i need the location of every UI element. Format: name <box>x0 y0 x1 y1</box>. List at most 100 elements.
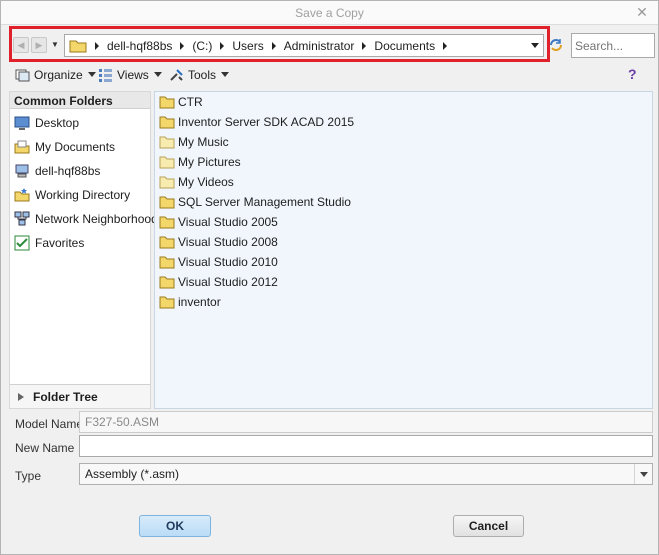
list-item[interactable]: My Pictures <box>159 152 241 172</box>
breadcrumb-separator-icon[interactable] <box>443 41 448 50</box>
file-name: CTR <box>178 95 203 109</box>
chevron-down-icon <box>87 72 96 77</box>
type-label: Type <box>15 469 42 483</box>
folder-icon <box>159 176 175 189</box>
sidebar-item-my-documents[interactable]: My Documents <box>14 137 115 157</box>
back-button[interactable]: ◀ <box>13 37 29 53</box>
organize-icon <box>15 69 30 81</box>
navigation-bar: ◀ ▶ ▼ dell-hqf88bs (C:) Users Administra… <box>1 26 658 62</box>
folder-icon <box>159 136 175 149</box>
close-button[interactable]: ✕ <box>634 4 650 20</box>
sidebar-item-label: Favorites <box>35 236 85 250</box>
breadcrumb-separator-icon[interactable] <box>271 41 276 50</box>
new-name-input[interactable] <box>79 435 653 457</box>
sidebar-item-working-directory[interactable]: Working Directory <box>14 185 130 205</box>
folder-icon <box>159 296 175 309</box>
documents-icon <box>14 140 30 154</box>
recent-locations-button[interactable]: ▼ <box>51 39 61 51</box>
folder-icon <box>159 256 175 269</box>
breadcrumb-administrator[interactable]: Administrator <box>284 39 355 53</box>
folder-icon <box>159 236 175 249</box>
list-item[interactable]: Visual Studio 2010 <box>159 252 278 272</box>
chevron-down-icon: ▼ <box>51 40 59 49</box>
arrow-left-icon: ◀ <box>17 40 25 50</box>
list-item[interactable]: My Videos <box>159 172 234 192</box>
list-item[interactable]: Visual Studio 2012 <box>159 272 278 292</box>
type-select[interactable]: Assembly (*.asm) <box>79 463 653 485</box>
type-select-value: Assembly (*.asm) <box>85 467 180 481</box>
network-icon <box>14 211 30 226</box>
folder-icon <box>159 156 175 169</box>
views-label: Views <box>117 67 149 82</box>
sidebar-item-label: Network Neighborhood <box>35 212 158 226</box>
folder-tree-toggle[interactable]: Folder Tree <box>10 384 150 408</box>
file-name: inventor <box>178 295 221 309</box>
breadcrumb-documents[interactable]: Documents <box>374 39 435 53</box>
refresh-icon <box>550 39 562 51</box>
common-folders-pane: Common Folders Desktop My Documents dell… <box>9 91 158 409</box>
close-icon: ✕ <box>636 4 648 20</box>
model-name-label: Model Name <box>15 417 84 431</box>
address-bar[interactable]: dell-hqf88bs (C:) Users Administrator Do… <box>64 34 544 57</box>
address-dropdown-icon[interactable] <box>531 43 539 48</box>
file-name: Visual Studio 2008 <box>178 235 278 249</box>
sidebar-item-label: Desktop <box>35 116 80 130</box>
breadcrumb-computer[interactable]: dell-hqf88bs <box>107 39 172 53</box>
sidebar-item-favorites[interactable]: Favorites <box>14 233 84 253</box>
breadcrumb-separator-icon[interactable] <box>362 41 367 50</box>
file-name: Visual Studio 2012 <box>178 275 278 289</box>
tools-icon <box>170 68 183 81</box>
file-name: SQL Server Management Studio <box>178 195 351 209</box>
cancel-button[interactable]: Cancel <box>453 515 524 537</box>
dialog-title: Save a Copy <box>295 6 364 20</box>
organize-label: Organize <box>34 67 83 82</box>
breadcrumb-separator-icon[interactable] <box>220 41 225 50</box>
file-list-pane: CTR Inventor Server SDK ACAD 2015 My Mus… <box>154 91 653 409</box>
computer-icon <box>15 164 29 178</box>
list-item[interactable]: Visual Studio 2005 <box>159 212 278 232</box>
list-item[interactable]: Visual Studio 2008 <box>159 232 278 252</box>
ok-button[interactable]: OK <box>139 515 211 537</box>
folder-icon <box>69 40 87 53</box>
sidebar-item-desktop[interactable]: Desktop <box>14 113 79 133</box>
breadcrumb-separator-icon[interactable] <box>180 41 185 50</box>
breadcrumb-drive[interactable]: (C:) <box>192 39 212 53</box>
views-icon <box>99 68 112 82</box>
folder-tree-label: Folder Tree <box>33 389 98 404</box>
folder-icon <box>159 116 175 129</box>
favorites-icon <box>14 235 30 251</box>
list-item[interactable]: inventor <box>159 292 221 312</box>
common-folders-header: Common Folders <box>10 92 150 109</box>
model-name-field: F327-50.ASM <box>79 411 653 433</box>
file-name: Visual Studio 2010 <box>178 255 278 269</box>
working-directory-icon <box>14 188 30 202</box>
help-icon[interactable]: ? <box>628 65 646 83</box>
file-name: My Videos <box>178 175 234 189</box>
title-bar: Save a Copy ✕ <box>1 1 658 25</box>
sidebar-item-label: My Documents <box>35 140 116 154</box>
desktop-icon <box>14 116 30 130</box>
list-item[interactable]: Inventor Server SDK ACAD 2015 <box>159 112 354 132</box>
folder-icon <box>159 276 175 289</box>
sidebar-item-computer[interactable]: dell-hqf88bs <box>14 161 100 181</box>
search-input[interactable] <box>571 33 655 58</box>
list-item[interactable]: SQL Server Management Studio <box>159 192 351 212</box>
views-menu[interactable]: Views <box>98 66 162 83</box>
refresh-button[interactable] <box>547 37 565 53</box>
save-a-copy-dialog: Save a Copy ✕ ◀ ▶ ▼ dell-hqf88bs (C:) Us… <box>0 0 659 555</box>
breadcrumb-users[interactable]: Users <box>232 39 263 53</box>
chevron-down-icon[interactable] <box>634 464 652 484</box>
list-item[interactable]: CTR <box>159 92 203 112</box>
forward-button[interactable]: ▶ <box>31 37 47 53</box>
organize-menu[interactable]: Organize <box>15 66 96 83</box>
sidebar-item-network-neighborhood[interactable]: Network Neighborhood <box>14 209 158 229</box>
chevron-down-icon <box>153 72 162 77</box>
chevron-down-icon <box>221 72 230 77</box>
tools-menu[interactable]: Tools <box>169 66 230 83</box>
tools-label: Tools <box>188 67 217 82</box>
list-item[interactable]: My Music <box>159 132 229 152</box>
new-name-label: New Name <box>15 441 75 455</box>
file-name: Visual Studio 2005 <box>178 215 278 229</box>
breadcrumb-separator-icon[interactable] <box>95 41 99 50</box>
arrow-right-icon: ▶ <box>35 40 43 50</box>
